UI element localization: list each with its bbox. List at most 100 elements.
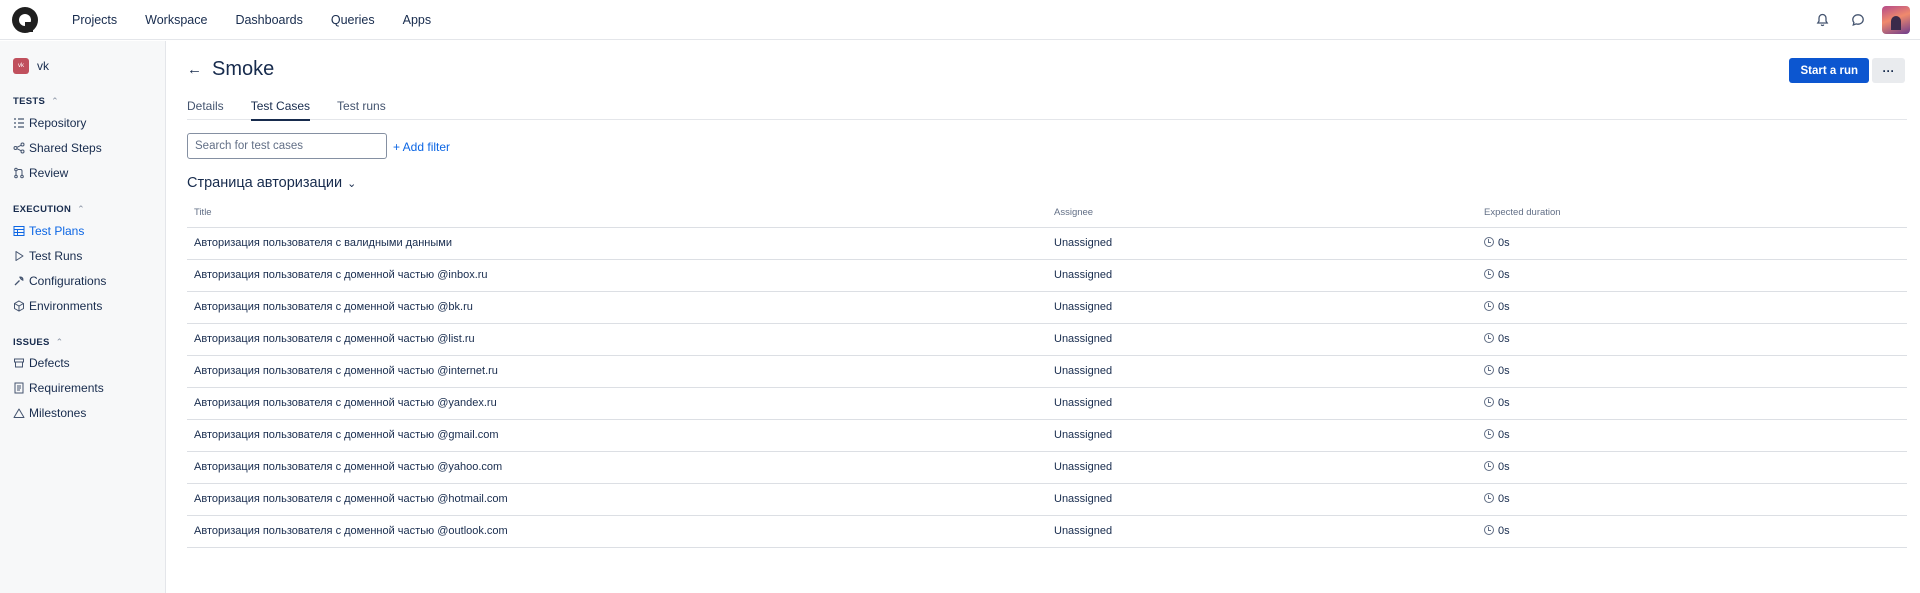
sidebar-item-shared-steps[interactable]: Shared Steps <box>13 141 102 155</box>
table-row[interactable]: Авторизация пользователя с валидными дан… <box>187 227 1907 260</box>
clock-icon <box>1484 397 1494 407</box>
table-row[interactable]: Авторизация пользователя с доменной част… <box>187 355 1907 388</box>
row-duration-cell: 0s <box>1477 419 1907 452</box>
sidebar: vk vk TESTS ⌃ Repository Shared Steps Re… <box>0 41 166 593</box>
tab-details[interactable]: Details <box>187 99 224 120</box>
row-duration-cell: 0s <box>1477 323 1907 356</box>
row-title[interactable]: Авторизация пользователя с доменной част… <box>187 323 1047 356</box>
sidebar-item-environments[interactable]: Environments <box>13 299 102 313</box>
bell-icon[interactable] <box>1810 8 1834 32</box>
top-navigation-bar: Projects Workspace Dashboards Queries Ap… <box>0 0 1920 40</box>
row-duration: 0s <box>1498 301 1510 313</box>
sidebar-item-label: Requirements <box>29 381 104 395</box>
table-row[interactable]: Авторизация пользователя с доменной част… <box>187 515 1907 548</box>
row-assignee[interactable]: Unassigned <box>1047 451 1477 484</box>
row-assignee[interactable]: Unassigned <box>1047 483 1477 516</box>
row-title[interactable]: Авторизация пользователя с доменной част… <box>187 291 1047 324</box>
group-title: Страница авторизации <box>187 175 343 191</box>
tab-test-cases[interactable]: Test Cases <box>250 99 311 121</box>
wrench-icon <box>14 276 24 286</box>
page-title: Smoke <box>212 58 275 80</box>
clock-icon <box>1484 525 1494 535</box>
row-title[interactable]: Авторизация пользователя с валидными дан… <box>187 227 1047 260</box>
section-execution-header[interactable]: EXECUTION ⌃ <box>13 204 85 215</box>
sidebar-item-label: Shared Steps <box>29 141 102 155</box>
search-input[interactable] <box>187 133 387 159</box>
tab-test-runs[interactable]: Test runs <box>337 99 386 120</box>
chat-bubble-icon[interactable] <box>1846 8 1870 32</box>
sidebar-item-requirements[interactable]: Requirements <box>13 381 104 395</box>
document-icon <box>14 382 24 394</box>
clock-icon <box>1484 461 1494 471</box>
tab-bar: Details Test Cases Test runs <box>187 99 1907 121</box>
row-assignee[interactable]: Unassigned <box>1047 419 1477 452</box>
nav-dashboards[interactable]: Dashboards <box>235 13 302 27</box>
sidebar-item-configurations[interactable]: Configurations <box>13 274 106 288</box>
sidebar-item-label: Repository <box>29 116 87 130</box>
row-duration: 0s <box>1498 365 1510 377</box>
row-assignee[interactable]: Unassigned <box>1047 355 1477 388</box>
section-execution-label: EXECUTION <box>13 204 72 215</box>
row-duration-cell: 0s <box>1477 483 1907 516</box>
row-title[interactable]: Авторизация пользователя с доменной част… <box>187 483 1047 516</box>
table-row[interactable]: Авторизация пользователя с доменной част… <box>187 419 1907 452</box>
sidebar-item-label: Defects <box>29 356 70 370</box>
sidebar-item-test-runs[interactable]: Test Runs <box>13 249 82 263</box>
row-title[interactable]: Авторизация пользователя с доменной част… <box>187 387 1047 420</box>
back-arrow-icon[interactable]: ← <box>187 61 202 78</box>
row-duration: 0s <box>1498 333 1510 345</box>
sidebar-item-review[interactable]: Review <box>13 166 68 180</box>
row-title[interactable]: Авторизация пользователя с доменной част… <box>187 515 1047 548</box>
table-row[interactable]: Авторизация пользователя с доменной част… <box>187 259 1907 292</box>
row-title[interactable]: Авторизация пользователя с доменной част… <box>187 259 1047 292</box>
column-header-assignee[interactable]: Assignee <box>1047 198 1477 228</box>
row-duration-cell: 0s <box>1477 259 1907 292</box>
table-row[interactable]: Авторизация пользователя с доменной част… <box>187 291 1907 324</box>
row-title[interactable]: Авторизация пользователя с доменной част… <box>187 419 1047 452</box>
section-issues-header[interactable]: ISSUES ⌃ <box>13 337 64 348</box>
section-tests-header[interactable]: TESTS ⌃ <box>13 96 59 107</box>
table-row[interactable]: Авторизация пользователя с доменной част… <box>187 451 1907 484</box>
start-run-button[interactable]: Start a run <box>1789 58 1869 83</box>
sidebar-item-defects[interactable]: Defects <box>13 356 70 370</box>
sidebar-item-repository[interactable]: Repository <box>13 116 86 130</box>
row-assignee[interactable]: Unassigned <box>1047 515 1477 548</box>
chevron-up-icon: ⌃ <box>51 96 59 106</box>
project-switcher[interactable]: vk vk <box>13 58 49 74</box>
row-assignee[interactable]: Unassigned <box>1047 259 1477 292</box>
clock-icon <box>1484 333 1494 343</box>
row-title[interactable]: Авторизация пользователя с доменной част… <box>187 355 1047 388</box>
nav-projects[interactable]: Projects <box>72 13 117 27</box>
row-duration-cell: 0s <box>1477 227 1907 260</box>
test-cases-table: Title Assignee Expected duration Авториз… <box>187 198 1907 548</box>
row-duration: 0s <box>1498 269 1510 281</box>
app-logo-icon[interactable] <box>12 6 38 33</box>
row-duration-cell: 0s <box>1477 451 1907 484</box>
clock-icon <box>1484 493 1494 503</box>
row-assignee[interactable]: Unassigned <box>1047 387 1477 420</box>
nav-workspace[interactable]: Workspace <box>145 13 207 27</box>
table-row[interactable]: Авторизация пользователя с доменной част… <box>187 387 1907 420</box>
nav-queries[interactable]: Queries <box>331 13 375 27</box>
row-assignee[interactable]: Unassigned <box>1047 227 1477 260</box>
column-header-title[interactable]: Title <box>187 198 1047 228</box>
user-avatar[interactable] <box>1882 6 1910 34</box>
row-assignee[interactable]: Unassigned <box>1047 323 1477 356</box>
table-row[interactable]: Авторизация пользователя с доменной част… <box>187 323 1907 356</box>
group-header[interactable]: Страница авторизации ⌄ <box>187 175 356 191</box>
row-title[interactable]: Авторизация пользователя с доменной част… <box>187 451 1047 484</box>
table-row[interactable]: Авторизация пользователя с доменной част… <box>187 483 1907 516</box>
bug-icon <box>14 358 24 368</box>
clock-icon <box>1484 429 1494 439</box>
sidebar-item-milestones[interactable]: Milestones <box>13 406 86 420</box>
more-options-button[interactable]: ··· <box>1872 58 1905 83</box>
column-header-duration[interactable]: Expected duration <box>1477 198 1907 228</box>
nav-apps[interactable]: Apps <box>403 13 432 27</box>
cube-icon <box>14 300 24 312</box>
add-filter-button[interactable]: + Add filter <box>393 140 450 154</box>
row-duration: 0s <box>1498 461 1510 473</box>
table-icon <box>13 226 25 236</box>
row-assignee[interactable]: Unassigned <box>1047 291 1477 324</box>
sidebar-item-label: Milestones <box>29 406 87 420</box>
sidebar-item-test-plans[interactable]: Test Plans <box>13 224 84 238</box>
